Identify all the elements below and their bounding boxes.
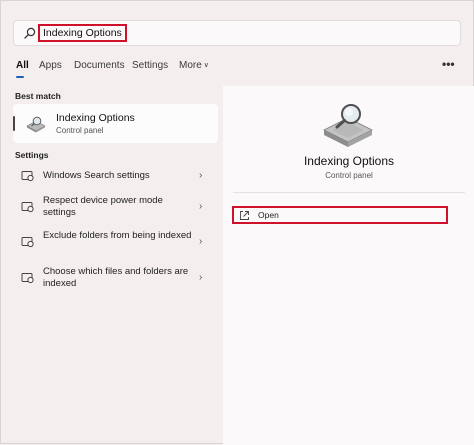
chevron-right-icon: › xyxy=(199,170,203,181)
power-mode-icon xyxy=(21,202,34,213)
search-window: Indexing Options All Apps Documents Sett… xyxy=(0,0,474,445)
selection-indicator xyxy=(13,116,15,131)
search-settings-icon xyxy=(21,171,34,182)
setting-exclude-folders[interactable]: Exclude folders from being indexed › xyxy=(13,229,218,257)
detail-title: Indexing Options xyxy=(303,154,395,168)
detail-subtitle: Control panel xyxy=(325,171,373,180)
chevron-right-icon: › xyxy=(199,272,203,283)
search-icon xyxy=(24,27,36,39)
search-input[interactable]: Indexing Options xyxy=(38,24,127,42)
best-match-result[interactable]: Indexing Options Control panel xyxy=(13,104,218,143)
tab-more[interactable]: More ∨ xyxy=(179,59,209,73)
chevron-down-icon: ∨ xyxy=(203,62,209,69)
detail-panel: Indexing Options Control panel Open xyxy=(223,86,474,445)
filter-tabs: All Apps Documents Settings More ∨ xyxy=(1,59,474,81)
open-label: Open xyxy=(258,210,279,220)
indexing-options-icon xyxy=(26,116,46,133)
setting-label: Respect device power mode settings xyxy=(43,195,163,218)
best-match-subtitle: Control panel xyxy=(56,126,104,135)
setting-power-mode[interactable]: Respect device power mode settings › xyxy=(13,194,218,222)
setting-label: Exclude folders from being indexed xyxy=(43,230,192,241)
setting-choose-files[interactable]: Choose which files and folders are index… xyxy=(13,265,218,293)
divider xyxy=(233,192,465,193)
chevron-right-icon: › xyxy=(199,236,203,247)
choose-files-icon xyxy=(21,273,34,284)
setting-label: Windows Search settings xyxy=(43,170,150,181)
tab-documents[interactable]: Documents xyxy=(74,59,125,73)
settings-heading: Settings xyxy=(15,150,49,160)
tab-all[interactable]: All xyxy=(16,59,29,73)
indexing-options-icon xyxy=(323,104,373,147)
best-match-title: Indexing Options xyxy=(56,112,135,124)
chevron-right-icon: › xyxy=(199,201,203,212)
tab-more-label: More xyxy=(179,60,202,71)
open-button[interactable]: Open xyxy=(232,206,448,224)
more-options-button[interactable]: ••• xyxy=(442,57,455,71)
setting-windows-search[interactable]: Windows Search settings › xyxy=(13,167,218,185)
search-box[interactable]: Indexing Options xyxy=(13,20,461,46)
tab-settings[interactable]: Settings xyxy=(132,59,168,73)
exclude-folders-icon xyxy=(21,237,34,248)
tab-apps[interactable]: Apps xyxy=(39,59,62,73)
best-match-heading: Best match xyxy=(15,91,61,101)
active-tab-indicator xyxy=(16,76,24,78)
setting-label: Choose which files and folders are index… xyxy=(43,266,189,289)
open-external-icon xyxy=(240,211,249,220)
